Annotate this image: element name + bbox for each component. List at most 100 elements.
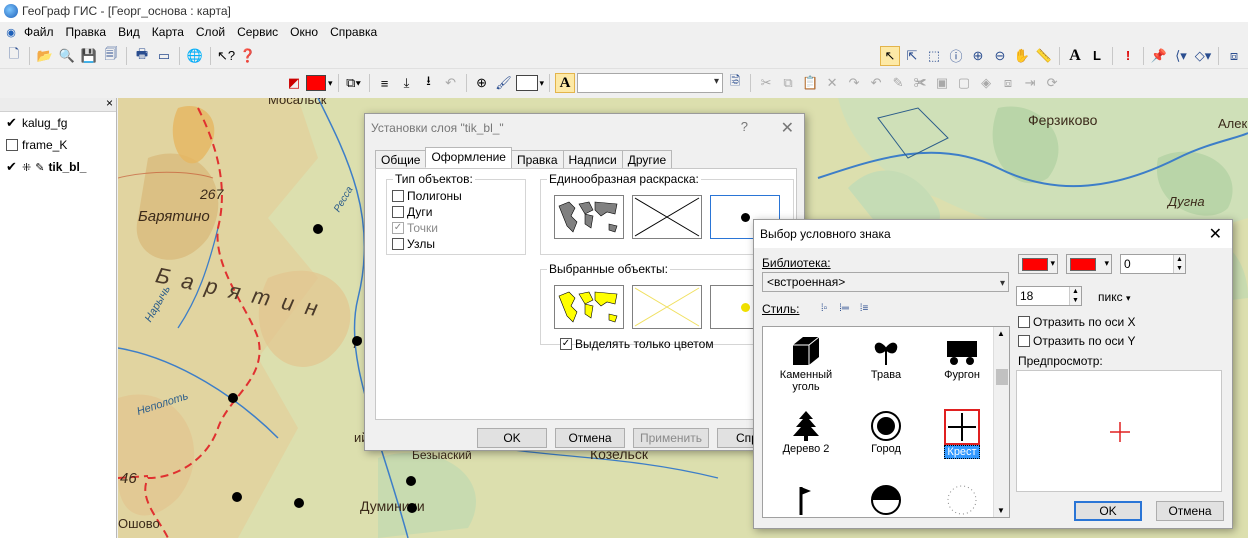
- delete-icon[interactable]: ✕: [822, 73, 842, 93]
- color2-picker[interactable]: ▾: [1066, 254, 1112, 274]
- layer-item[interactable]: ✔ ⁜ ✎ tik_bl_: [0, 156, 116, 178]
- menu-layer[interactable]: Слой: [190, 25, 231, 39]
- map-point[interactable]: [313, 224, 323, 234]
- scroll-up-icon[interactable]: ▲: [997, 329, 1005, 338]
- select-node-icon[interactable]: ⇱: [902, 46, 922, 66]
- ok-button[interactable]: OK: [477, 428, 547, 448]
- checkbox-box[interactable]: ✓: [392, 222, 404, 234]
- symbol-item[interactable]: Дерево 2: [771, 409, 841, 455]
- text-tool-icon[interactable]: A: [1065, 46, 1085, 66]
- tab-labels[interactable]: Надписи: [562, 150, 623, 168]
- text-rotate-icon[interactable]: L: [1087, 46, 1107, 66]
- checkbox-points[interactable]: ✓ Точки: [392, 221, 438, 235]
- symbol-item[interactable]: Каменный уголь: [771, 335, 841, 393]
- info-icon[interactable]: ⓘ: [946, 46, 966, 66]
- find-icon[interactable]: 🔍: [57, 46, 77, 66]
- copy-style-icon[interactable]: ⧉▾: [344, 73, 364, 93]
- fill-bucket-icon[interactable]: ◈: [976, 73, 996, 93]
- symbol-item[interactable]: [771, 483, 841, 517]
- selected-polygon-thumb[interactable]: [554, 285, 624, 329]
- tab-edit[interactable]: Правка: [510, 150, 564, 168]
- line-color-swatch[interactable]: [515, 75, 538, 91]
- window-icon[interactable]: ▭: [154, 46, 174, 66]
- layer-item[interactable]: frame_K: [0, 134, 116, 156]
- crosshair-icon[interactable]: ⊕: [472, 73, 492, 93]
- cancel-button[interactable]: Отмена: [1156, 501, 1224, 521]
- symbol-grid-scrollbar[interactable]: ▲ ▼: [993, 327, 1009, 517]
- document-icon[interactable]: ◉: [4, 25, 18, 39]
- unit-select[interactable]: пикс ▾: [1098, 290, 1130, 304]
- font-combo[interactable]: [577, 73, 724, 93]
- checkbox-arcs[interactable]: Дуги: [392, 205, 432, 219]
- spin-arrows-icon[interactable]: ▲ ▼: [1069, 287, 1081, 305]
- layer-visible-check[interactable]: ✔: [6, 115, 18, 131]
- line-style-thumb[interactable]: [632, 195, 702, 239]
- mirror-x-checkbox[interactable]: Отразить по оси X: [1018, 315, 1136, 329]
- font-settings-icon[interactable]: 🗟: [725, 73, 745, 93]
- select-arrow-icon[interactable]: ↖: [880, 45, 900, 66]
- tab-other[interactable]: Другие: [621, 150, 673, 168]
- zoom-in-icon[interactable]: ⊕: [968, 46, 988, 66]
- symbol-item[interactable]: Трава: [851, 335, 921, 381]
- layer-visible-check[interactable]: ✔: [6, 159, 18, 175]
- map-point[interactable]: [228, 393, 238, 403]
- redo-icon[interactable]: ↷: [844, 73, 864, 93]
- tab-appearance[interactable]: Оформление: [425, 147, 512, 168]
- select-area-icon[interactable]: ⬚: [924, 46, 944, 66]
- close-icon[interactable]: ✕: [781, 118, 794, 138]
- chevron-down-icon[interactable]: ▾: [328, 78, 333, 89]
- menu-window[interactable]: Окно: [284, 25, 324, 39]
- context-help-icon[interactable]: ↖?: [216, 46, 236, 66]
- scissors-icon[interactable]: ✀: [910, 73, 930, 93]
- edit-icon[interactable]: ✎: [888, 73, 908, 93]
- edit-pencil-icon[interactable]: ✎: [35, 161, 44, 174]
- menu-service[interactable]: Сервис: [231, 25, 284, 39]
- symbol-item[interactable]: Фургон: [927, 335, 997, 381]
- color-only-checkbox[interactable]: ✓ Выделять только цветом: [560, 337, 714, 351]
- polygon-style-thumb[interactable]: [554, 195, 624, 239]
- style-details-icon[interactable]: ⁞≡: [854, 298, 874, 318]
- zoom-out-icon[interactable]: ⊖: [990, 46, 1010, 66]
- select-layer-icon[interactable]: ⁜: [22, 161, 31, 174]
- symbol-item[interactable]: Город: [851, 409, 921, 455]
- help-icon[interactable]: ?: [741, 119, 748, 134]
- menu-map[interactable]: Карта: [146, 25, 190, 39]
- fill-color-swatch[interactable]: [306, 75, 326, 91]
- globe-icon[interactable]: 🌐: [185, 46, 205, 66]
- arrange-icon[interactable]: ⇥: [1020, 73, 1040, 93]
- undo2-icon[interactable]: ↶: [866, 73, 886, 93]
- layer-item[interactable]: ✔ kalug_fg: [0, 112, 116, 134]
- checkbox-box[interactable]: [392, 238, 404, 250]
- layers-icon[interactable]: ⧈: [998, 73, 1018, 93]
- save-icon[interactable]: 💾: [79, 46, 99, 66]
- group-icon[interactable]: ▣: [932, 73, 952, 93]
- layer-visible-check[interactable]: [6, 139, 18, 151]
- map-point[interactable]: [352, 336, 362, 346]
- chevron-down-icon[interactable]: ▾: [540, 78, 545, 89]
- menu-help[interactable]: Справка: [324, 25, 383, 39]
- checkbox-box[interactable]: [1018, 316, 1030, 328]
- refresh-icon[interactable]: ⟳: [1042, 73, 1062, 93]
- scroll-down-icon[interactable]: ▼: [997, 506, 1005, 515]
- font-icon[interactable]: A: [555, 73, 576, 93]
- selected-line-thumb[interactable]: [632, 285, 702, 329]
- map-point[interactable]: [294, 498, 304, 508]
- help-icon[interactable]: ❓: [238, 46, 258, 66]
- align-down-icon[interactable]: ⭳: [419, 73, 439, 93]
- tab-general[interactable]: Общие: [375, 150, 427, 168]
- polygon-icon[interactable]: ◇▾: [1193, 46, 1213, 66]
- ungroup-icon[interactable]: ▢: [954, 73, 974, 93]
- spin-arrows-icon[interactable]: ▲ ▼: [1173, 255, 1185, 273]
- checkbox-box[interactable]: ✓: [560, 338, 572, 350]
- style-list-icon[interactable]: ⁞═: [834, 298, 854, 318]
- symbol-item-selected[interactable]: Крест: [927, 409, 997, 459]
- checkbox-box[interactable]: [1018, 335, 1030, 347]
- layout-icon[interactable]: ⧈: [1224, 46, 1244, 66]
- save-all-icon[interactable]: 🗐: [101, 46, 121, 66]
- color1-picker[interactable]: ▾: [1018, 254, 1058, 274]
- fill-style-icon[interactable]: ◩: [284, 73, 304, 93]
- alert-icon[interactable]: !: [1118, 46, 1138, 66]
- pin-icon[interactable]: 📌: [1149, 46, 1169, 66]
- ok-button[interactable]: OK: [1074, 501, 1142, 521]
- cancel-button[interactable]: Отмена: [555, 428, 625, 448]
